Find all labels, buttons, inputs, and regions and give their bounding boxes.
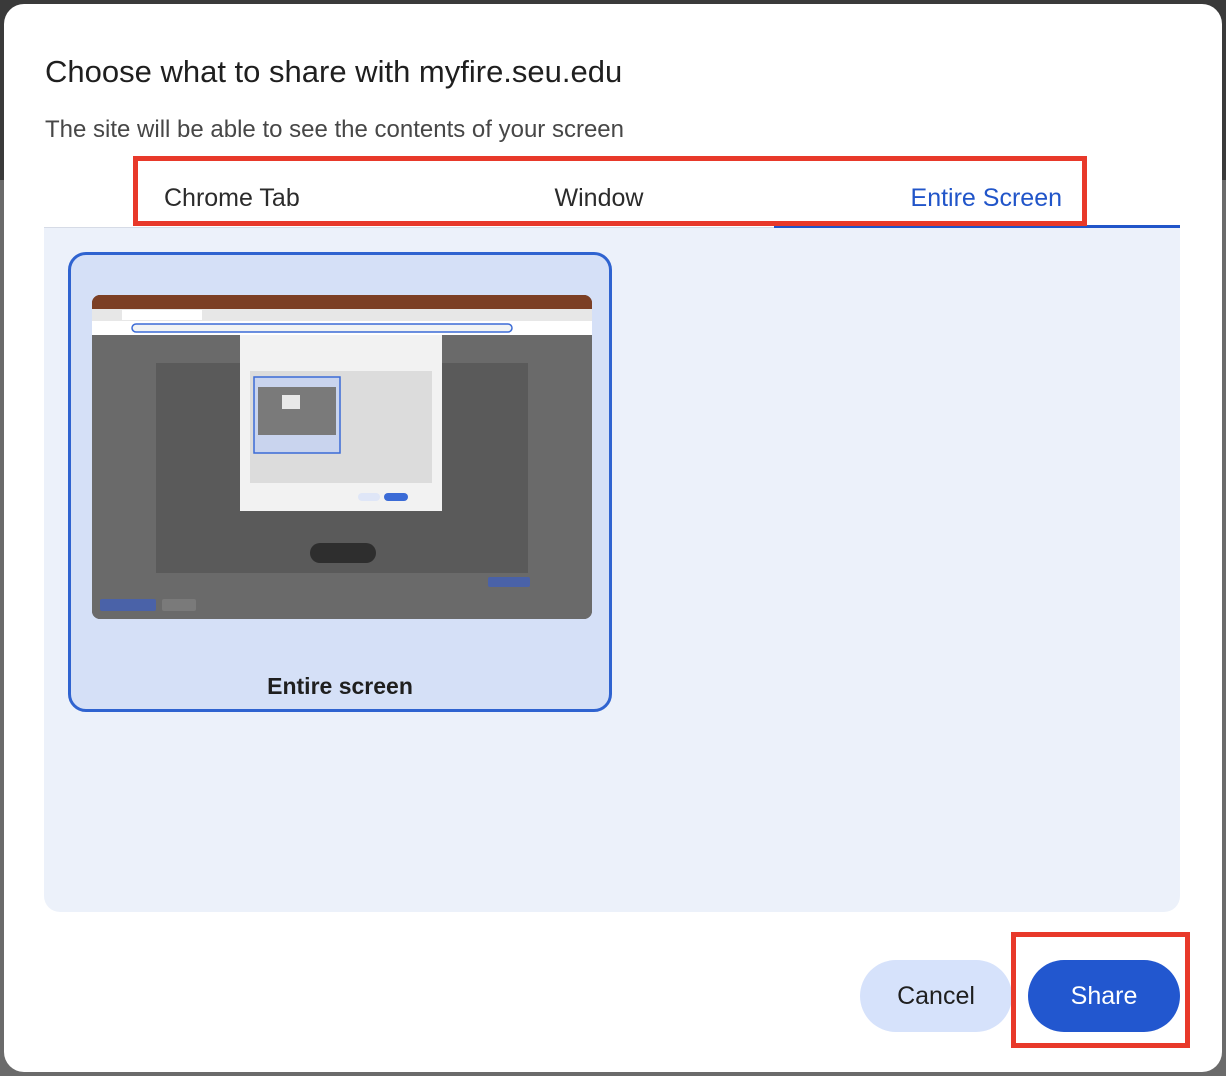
screen-thumbnail-image: [92, 295, 592, 619]
tabs-highlight-box: [133, 156, 1087, 226]
share-highlight-box: [1011, 932, 1190, 1048]
entire-screen-source-card[interactable]: Entire screen: [68, 252, 612, 712]
screen-thumbnail: [92, 295, 592, 619]
dialog-subtitle: The site will be able to see the content…: [45, 116, 624, 143]
dialog-title: Choose what to share with myfire.seu.edu: [45, 54, 623, 89]
source-card-label: Entire screen: [267, 673, 413, 699]
cancel-button[interactable]: Cancel: [860, 960, 1012, 1032]
source-list-panel: Entire screen: [44, 228, 1180, 912]
